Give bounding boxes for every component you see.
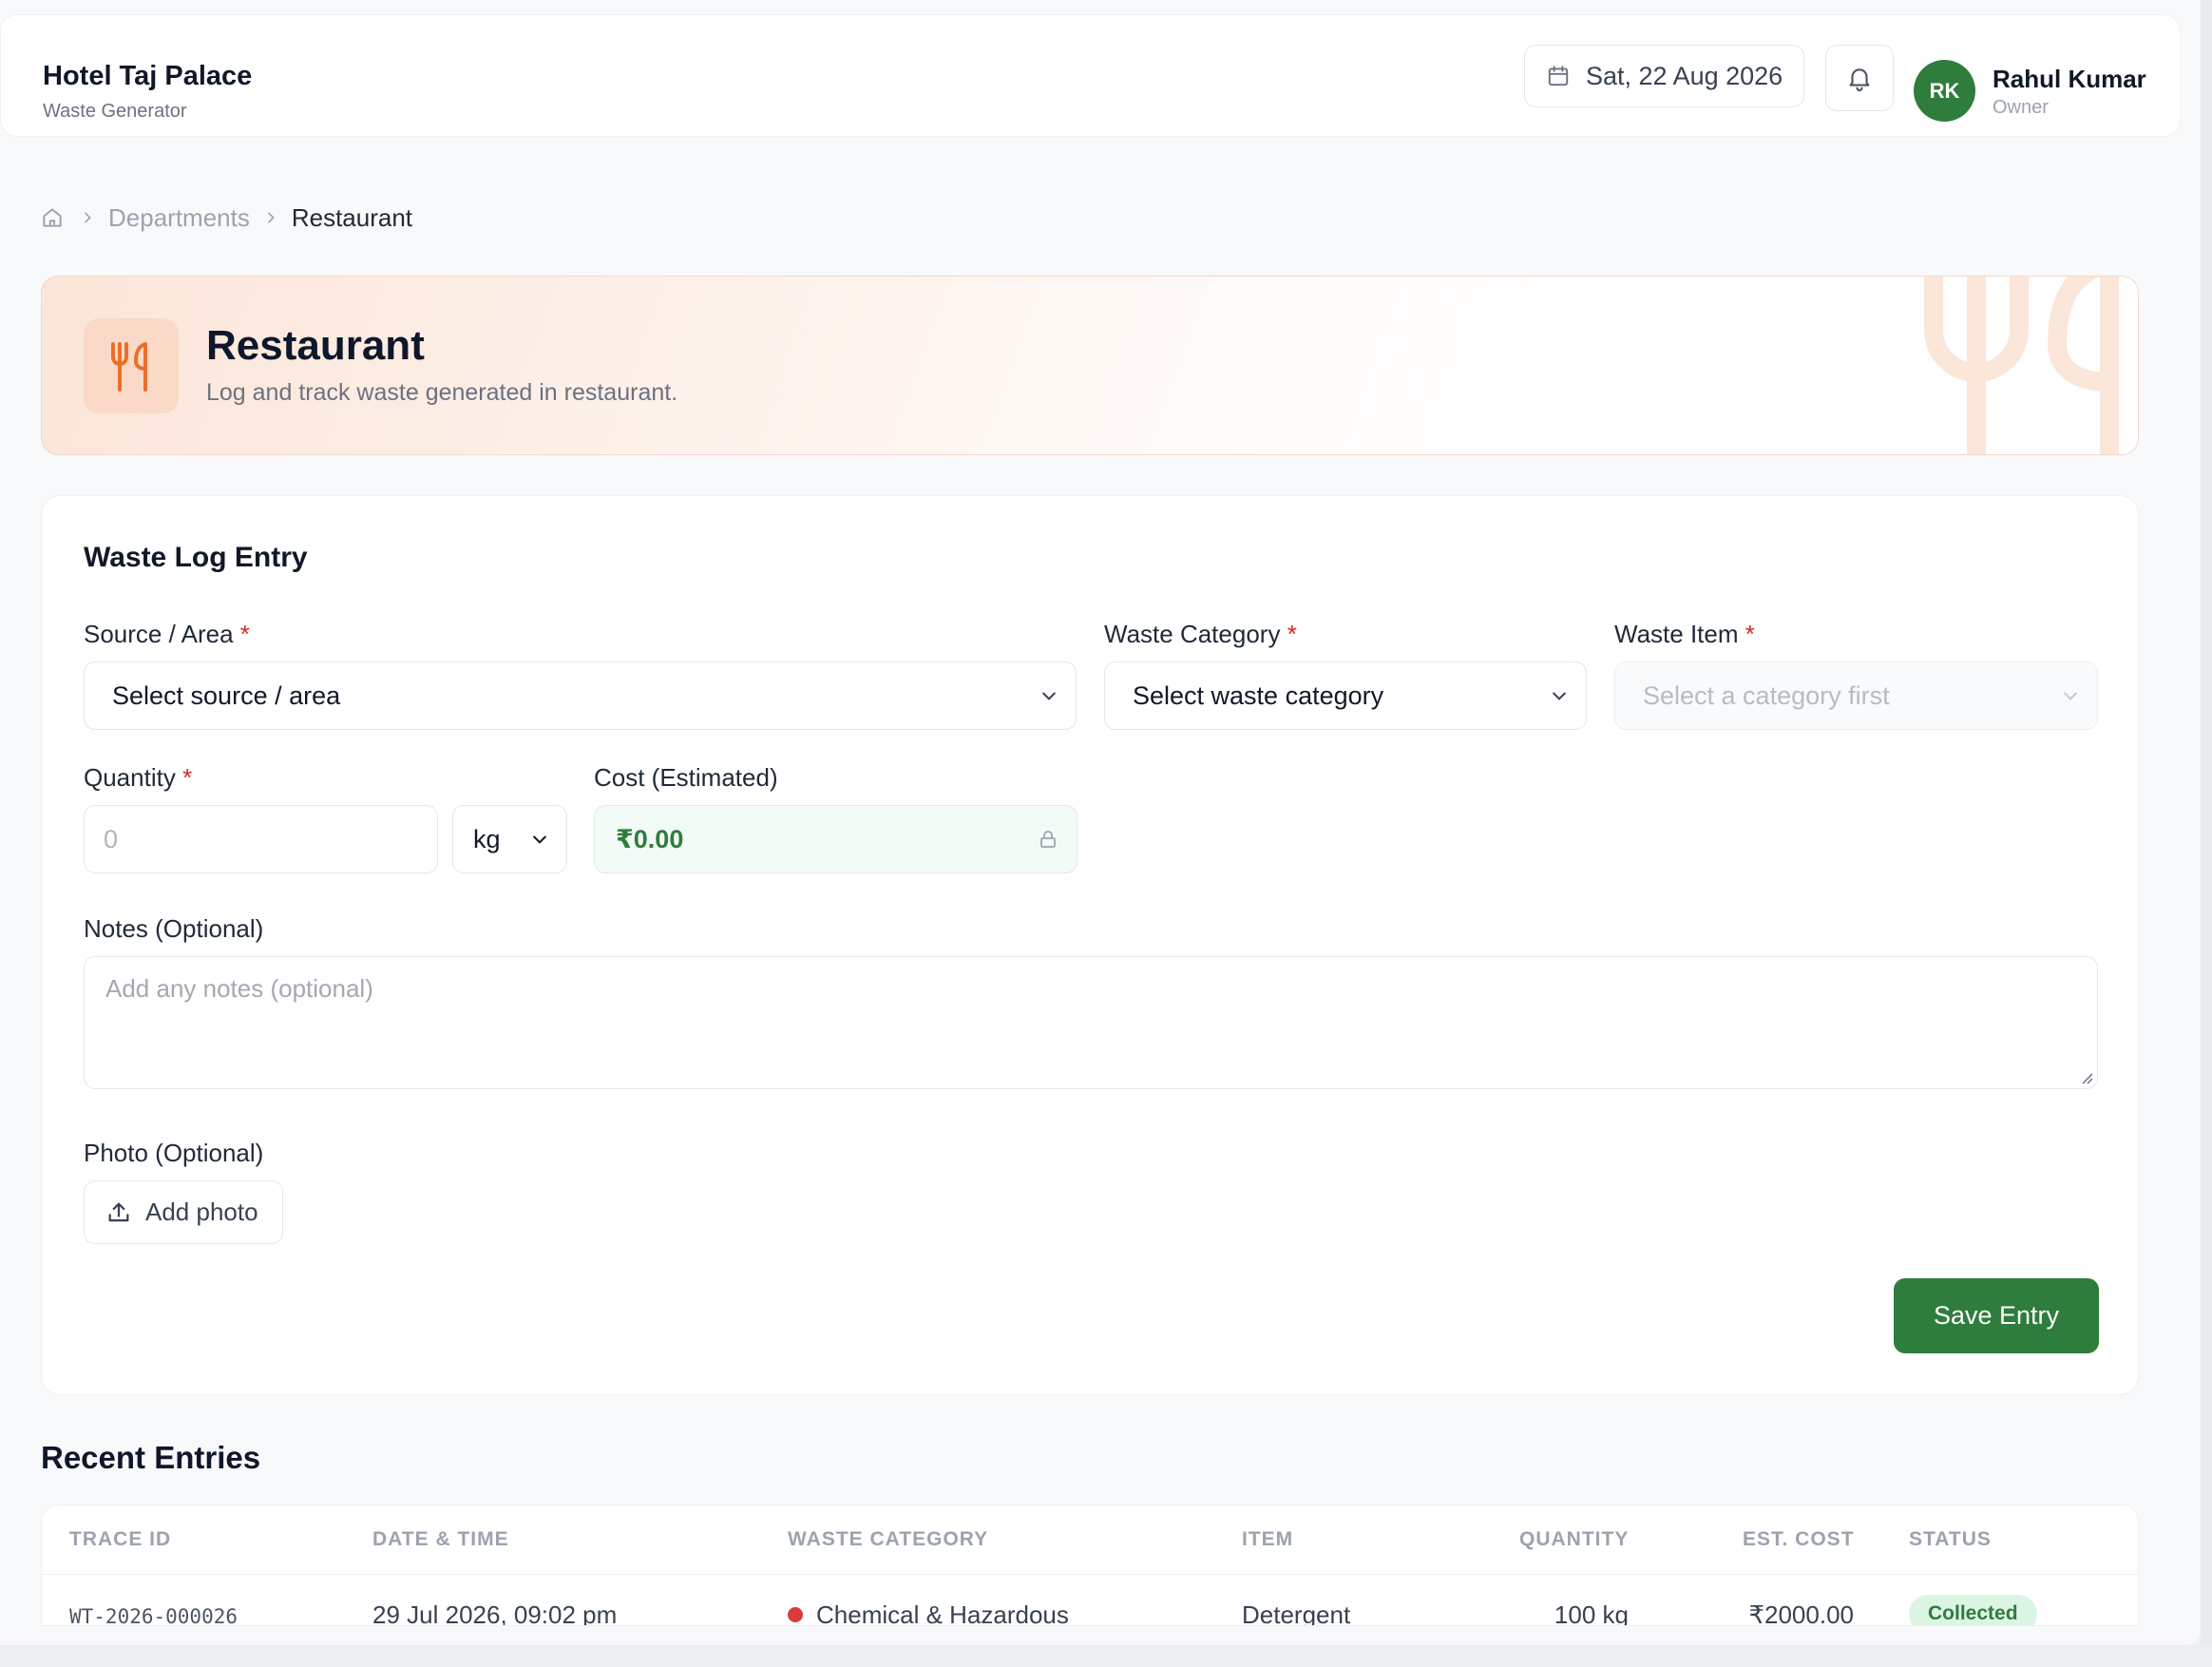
photo-label: Photo (Optional) — [84, 1139, 264, 1167]
save-entry-button[interactable]: Save Entry — [1894, 1278, 2099, 1353]
notifications-button[interactable] — [1825, 45, 1894, 111]
hotel-name: Hotel Taj Palace — [43, 61, 253, 91]
notes-placeholder: Add any notes (optional) — [105, 974, 373, 1003]
page-subtitle: Log and track waste generated in restaur… — [206, 379, 678, 406]
category-cell: Chemical & Hazardous — [788, 1600, 1069, 1625]
quantity-input[interactable]: 0 — [84, 805, 438, 873]
calendar-icon — [1548, 66, 1569, 86]
chevron-down-icon — [533, 835, 546, 844]
form-title: Waste Log Entry — [84, 542, 308, 573]
date-picker-button[interactable]: Sat, 22 Aug 2026 — [1524, 45, 1804, 107]
utensils-watermark-icon — [1924, 277, 2119, 454]
chevron-down-icon — [1553, 692, 1566, 700]
horizontal-scrollbar[interactable] — [0, 1645, 2212, 1667]
notes-textarea[interactable]: Add any notes (optional) — [84, 956, 2098, 1089]
column-header[interactable]: ITEM — [1242, 1528, 1293, 1551]
item-label: Waste Item * — [1614, 620, 1755, 648]
item-select-value: Select a category first — [1643, 680, 1890, 710]
top-bar: Hotel Taj Palace Waste Generator Sat, 22… — [0, 14, 2181, 137]
header-divider — [42, 1574, 2138, 1575]
status-badge: Collected — [1909, 1595, 2037, 1625]
add-photo-label: Add photo — [145, 1198, 258, 1226]
item-select[interactable]: Select a category first — [1614, 661, 2098, 730]
recent-entries-table: TRACE ID DATE & TIME WASTE CATEGORY ITEM… — [41, 1504, 2139, 1626]
quantity-label: Quantity * — [84, 763, 193, 792]
chevron-right-icon — [250, 210, 292, 225]
resize-handle-icon[interactable] — [2078, 1069, 2093, 1084]
category-select[interactable]: Select waste category — [1104, 661, 1587, 730]
unit-select[interactable]: kg — [452, 805, 567, 873]
account-role: Waste Generator — [43, 101, 187, 122]
current-date: Sat, 22 Aug 2026 — [1586, 61, 1783, 90]
unit-select-value: kg — [473, 824, 501, 853]
item-cell: Detergent — [1242, 1600, 1351, 1626]
column-header[interactable]: STATUS — [1909, 1528, 1992, 1551]
upload-icon — [108, 1202, 129, 1221]
notes-label: Notes (Optional) — [84, 914, 264, 943]
vertical-scrollbar[interactable] — [2201, 0, 2212, 1667]
breadcrumb: Departments Restaurant — [40, 201, 412, 234]
category-select-value: Select waste category — [1133, 680, 1384, 710]
hazard-dot-icon — [788, 1607, 803, 1622]
home-link[interactable] — [40, 204, 67, 231]
column-header[interactable]: WASTE CATEGORY — [788, 1528, 988, 1551]
cost-field: ₹0.00 — [594, 805, 1077, 873]
cost-label: Cost (Estimated) — [594, 763, 778, 792]
chevron-down-icon — [2064, 692, 2077, 700]
lock-icon — [1040, 831, 1056, 848]
source-label: Source / Area * — [84, 620, 250, 648]
avatar[interactable]: RK — [1914, 60, 1975, 122]
trace-id-cell: WT-2026-000026 — [69, 1605, 238, 1626]
user-name: Rahul Kumar — [1993, 65, 2146, 93]
recent-entries-title: Recent Entries — [41, 1440, 261, 1475]
category-label: Waste Category * — [1104, 620, 1297, 648]
cost-value: ₹0.00 — [616, 824, 684, 853]
department-banner: Restaurant Log and track waste generated… — [41, 276, 2139, 455]
source-select-value: Select source / area — [112, 680, 341, 710]
datetime-cell: 29 Jul 2026, 09:02 pm — [372, 1600, 618, 1626]
chevron-right-icon — [67, 210, 108, 225]
add-photo-button[interactable]: Add photo — [84, 1180, 283, 1244]
bell-icon — [1849, 68, 1870, 92]
column-header[interactable]: QUANTITY — [1519, 1528, 1629, 1551]
cost-cell: ₹2000.00 — [1748, 1600, 1854, 1626]
quantity-placeholder: 0 — [104, 824, 119, 853]
utensils-icon — [84, 318, 179, 413]
column-header[interactable]: EST. COST — [1743, 1528, 1855, 1551]
waste-log-form: Waste Log Entry Source / Area * Select s… — [41, 495, 2139, 1395]
app-window: Hotel Taj Palace Waste Generator Sat, 22… — [0, 0, 2201, 1645]
source-select[interactable]: Select source / area — [84, 661, 1077, 730]
user-role: Owner — [1993, 97, 2049, 118]
breadcrumb-current: Restaurant — [291, 202, 413, 232]
chevron-down-icon — [1042, 692, 1056, 700]
page-title: Restaurant — [206, 322, 425, 369]
home-icon — [43, 208, 62, 227]
quantity-cell: 100 kg — [1554, 1600, 1629, 1626]
breadcrumb-departments[interactable]: Departments — [108, 203, 250, 233]
column-header[interactable]: DATE & TIME — [372, 1528, 509, 1551]
column-header[interactable]: TRACE ID — [69, 1528, 171, 1551]
